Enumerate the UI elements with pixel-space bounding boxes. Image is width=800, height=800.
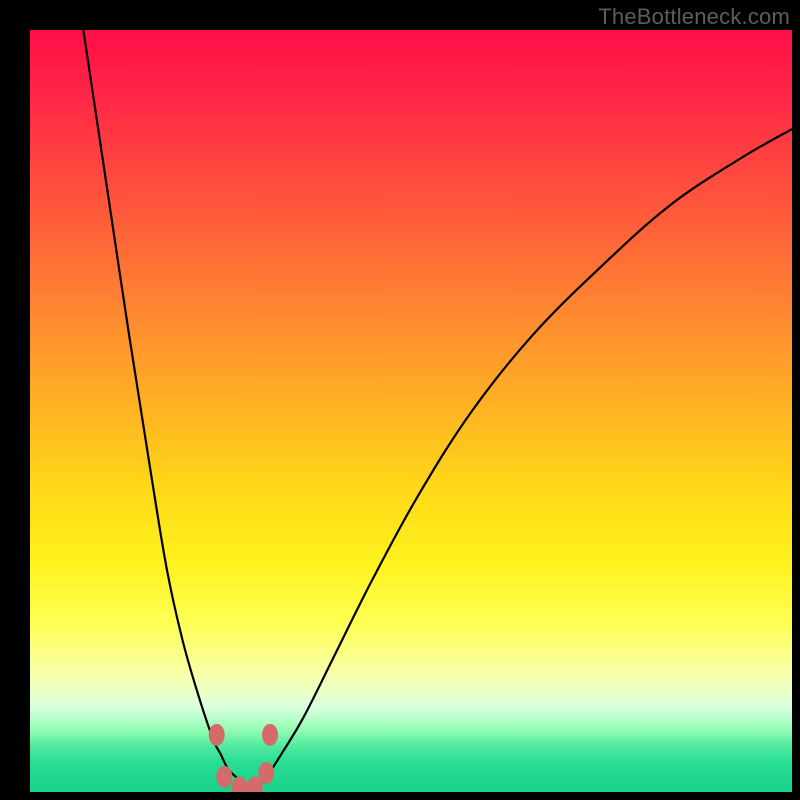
plot-area [30, 30, 792, 792]
curve-layer [30, 30, 792, 792]
chart-frame: TheBottleneck.com [0, 0, 800, 800]
curve-marker [258, 762, 274, 784]
curve-marker [232, 776, 248, 792]
curve-marker [262, 724, 278, 746]
bottleneck-curve-right [251, 129, 792, 792]
curve-marker [216, 766, 232, 788]
curve-markers [209, 724, 278, 792]
curve-marker [209, 724, 225, 746]
watermark-text: TheBottleneck.com [598, 4, 790, 30]
bottleneck-curve-left [83, 30, 251, 792]
